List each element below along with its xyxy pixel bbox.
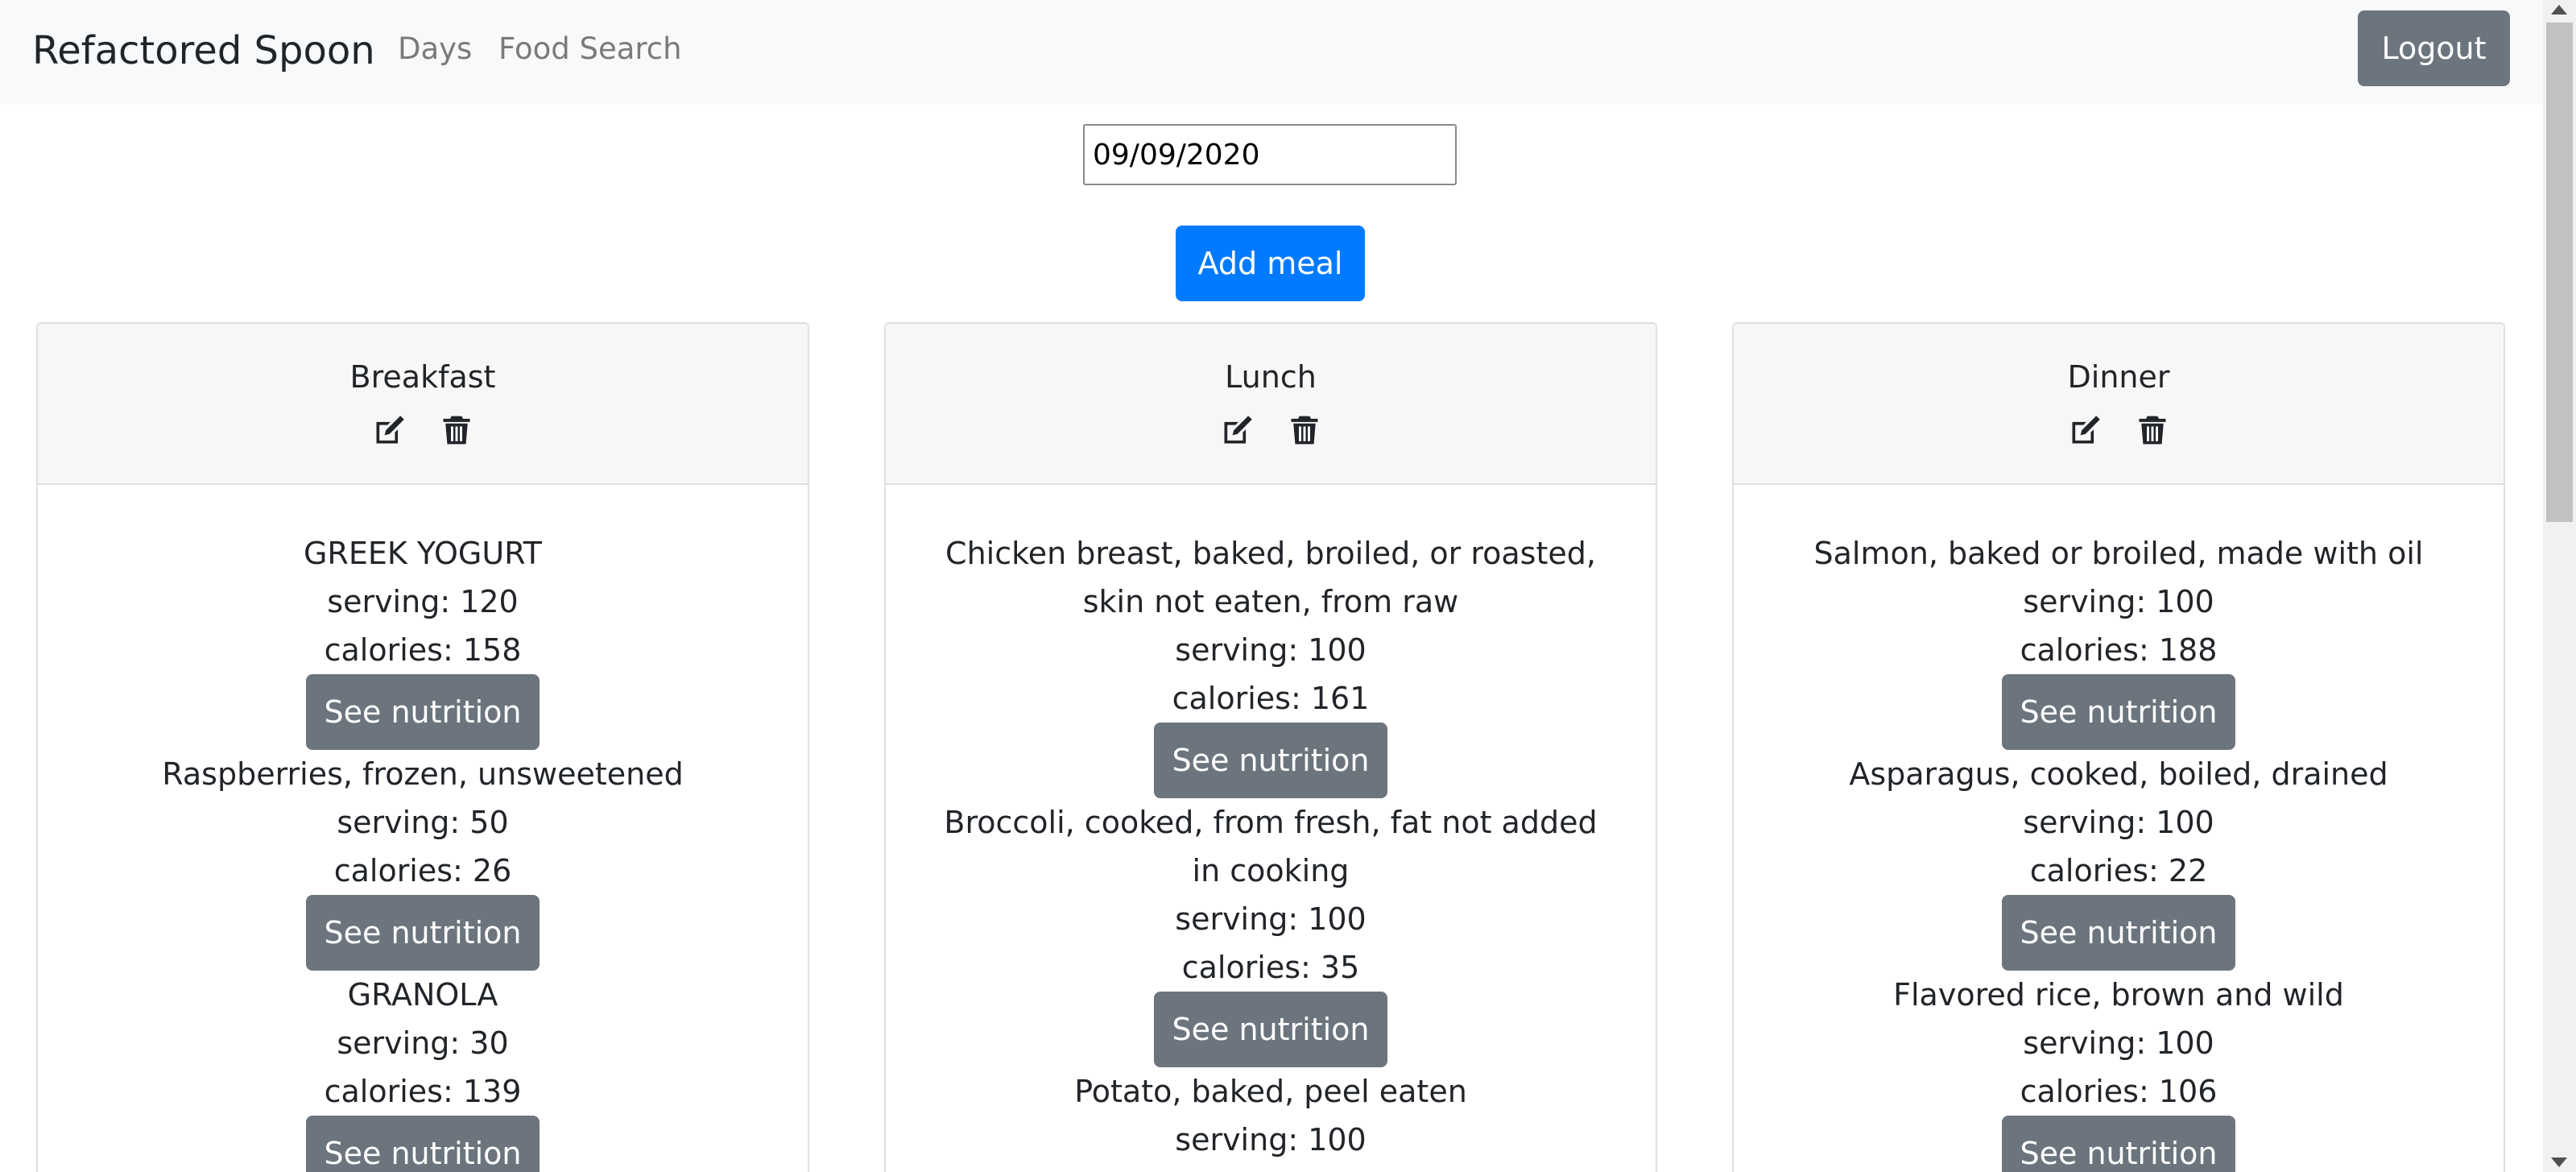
food-name: Chicken breast, baked, broiled, or roast…	[945, 536, 1596, 619]
see-nutrition-button[interactable]: See nutrition	[2002, 674, 2235, 750]
meal-card-header: Lunch	[886, 324, 1656, 485]
meal-card-header: Breakfast	[38, 324, 808, 485]
food-calories: calories: 22	[2029, 853, 2208, 888]
food-name: GREEK YOGURT	[303, 536, 543, 571]
trash-icon[interactable]	[439, 412, 474, 448]
scroll-up-icon[interactable]	[2551, 5, 2567, 14]
food-serving: serving: 30	[337, 1025, 509, 1061]
meal-card-lunch: Lunch Chicken breast, baked, broiled, or…	[884, 322, 1657, 1172]
food-item: Chicken breast, baked, broiled, or roast…	[886, 529, 1656, 798]
food-item: Salmon, baked or broiled, made with oil …	[1734, 529, 2504, 750]
food-serving: serving: 100	[2023, 584, 2214, 619]
food-name: Asparagus, cooked, boiled, drained	[1849, 756, 2388, 792]
meal-card-header: Dinner	[1734, 324, 2504, 485]
food-name: Broccoli, cooked, from fresh, fat not ad…	[944, 805, 1598, 888]
food-serving: serving: 100	[2023, 1025, 2214, 1061]
navbar: Refactored Spoon Days Food Search Logout	[0, 0, 2543, 105]
page: Refactored Spoon Days Food Search Logout…	[0, 0, 2576, 1172]
meal-card-body: Salmon, baked or broiled, made with oil …	[1734, 529, 2504, 1172]
see-nutrition-button[interactable]: See nutrition	[306, 1116, 540, 1172]
see-nutrition-button[interactable]: See nutrition	[2002, 895, 2235, 971]
food-calories: calories: 158	[324, 632, 522, 668]
see-nutrition-button[interactable]: See nutrition	[306, 674, 540, 750]
nav-link-days[interactable]: Days	[398, 27, 472, 72]
food-calories: calories: 139	[324, 1074, 522, 1109]
logout-button[interactable]: Logout	[2358, 10, 2510, 86]
food-calories: calories: 161	[1172, 681, 1370, 716]
see-nutrition-button[interactable]: See nutrition	[1154, 992, 1387, 1067]
nav-link-food-search[interactable]: Food Search	[498, 27, 682, 72]
food-serving: serving: 50	[337, 805, 509, 840]
brand-title[interactable]: Refactored Spoon	[32, 23, 375, 79]
food-serving: serving: 100	[2023, 805, 2214, 840]
edit-icon[interactable]	[372, 412, 407, 448]
meal-title: Breakfast	[349, 359, 496, 395]
see-nutrition-button[interactable]: See nutrition	[1154, 723, 1387, 798]
food-item: GRANOLA serving: 30 calories: 139 See nu…	[38, 971, 808, 1172]
food-item: Potato, baked, peel eaten serving: 100	[886, 1067, 1656, 1164]
food-calories: calories: 26	[333, 853, 512, 888]
food-item: Raspberries, frozen, unsweetened serving…	[38, 750, 808, 971]
meal-card-body: Chicken breast, baked, broiled, or roast…	[886, 529, 1656, 1164]
meal-card-dinner: Dinner Salmon, baked or broiled, made wi…	[1732, 322, 2505, 1172]
food-calories: calories: 35	[1181, 950, 1360, 985]
food-calories: calories: 188	[2020, 632, 2218, 668]
trash-icon[interactable]	[1287, 412, 1322, 448]
food-item: Asparagus, cooked, boiled, drained servi…	[1734, 750, 2504, 971]
food-serving: serving: 100	[1175, 1122, 1367, 1158]
meal-title: Dinner	[2067, 359, 2170, 395]
food-name: Raspberries, frozen, unsweetened	[162, 756, 684, 792]
see-nutrition-button[interactable]: See nutrition	[2002, 1116, 2235, 1172]
scrollbar-thumb[interactable]	[2546, 23, 2573, 522]
trash-icon[interactable]	[2135, 412, 2170, 448]
food-serving: serving: 120	[327, 584, 519, 619]
see-nutrition-button[interactable]: See nutrition	[306, 895, 540, 971]
edit-icon[interactable]	[2068, 412, 2103, 448]
food-serving: serving: 100	[1175, 901, 1367, 937]
meal-title: Lunch	[1225, 359, 1317, 395]
food-item: GREEK YOGURT serving: 120 calories: 158 …	[38, 529, 808, 750]
scroll-down-icon[interactable]	[2551, 1158, 2567, 1167]
date-input[interactable]	[1083, 124, 1457, 185]
add-meal-button[interactable]: Add meal	[1176, 226, 1365, 301]
meal-card-breakfast: Breakfast GREEK YOGURT serving: 120 calo…	[36, 322, 809, 1172]
food-name: GRANOLA	[347, 977, 498, 1013]
edit-icon[interactable]	[1220, 412, 1255, 448]
food-calories: calories: 106	[2020, 1074, 2218, 1109]
food-item: Broccoli, cooked, from fresh, fat not ad…	[886, 798, 1656, 1067]
meal-card-body: GREEK YOGURT serving: 120 calories: 158 …	[38, 529, 808, 1172]
food-name: Salmon, baked or broiled, made with oil	[1813, 536, 2424, 571]
food-name: Flavored rice, brown and wild	[1893, 977, 2344, 1013]
food-name: Potato, baked, peel eaten	[1074, 1074, 1467, 1109]
food-serving: serving: 100	[1175, 632, 1367, 668]
food-item: Flavored rice, brown and wild serving: 1…	[1734, 971, 2504, 1172]
